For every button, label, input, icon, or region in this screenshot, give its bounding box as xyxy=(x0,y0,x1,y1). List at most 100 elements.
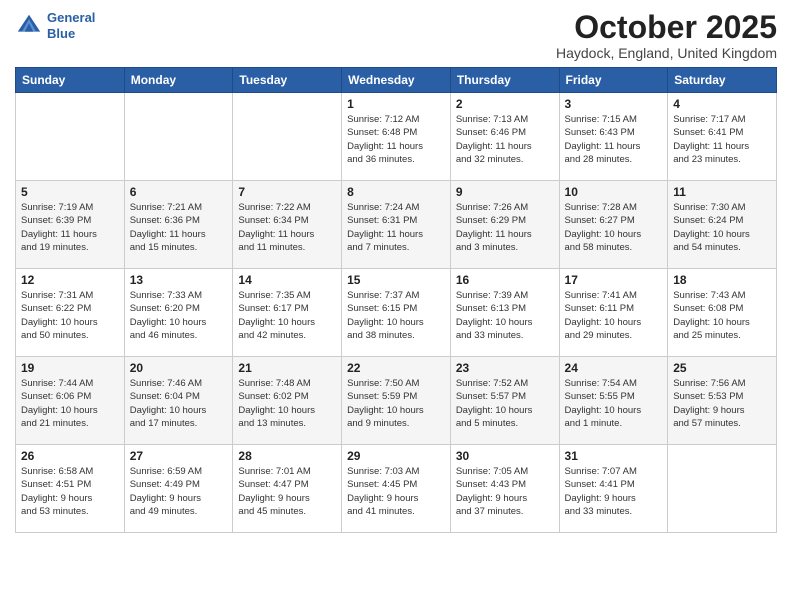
weekday-header-wednesday: Wednesday xyxy=(342,68,451,93)
calendar-cell: 24Sunrise: 7:54 AM Sunset: 5:55 PM Dayli… xyxy=(559,357,668,445)
calendar-cell: 22 Sunrise: 7:50 AM Sunset: 5:59 PM Dayli… xyxy=(342,357,451,445)
calendar-cell: 21Sunrise: 7:48 AM Sunset: 6:02 PM Dayli… xyxy=(233,357,342,445)
calendar-cell: 28 Sunrise: 7:01 AM Sunset: 4:47 PM Dayli… xyxy=(233,445,342,533)
day-info: Sunrise: 7:46 AM Sunset: 6:04 PM Dayligh… xyxy=(130,377,228,430)
day-number: 23 xyxy=(456,361,554,375)
subtitle: Haydock, England, United Kingdom xyxy=(556,45,777,61)
day-number: 3 xyxy=(565,97,663,111)
day-number: 22 xyxy=(347,361,445,375)
day-info: Sunrise: 7:48 AM Sunset: 6:02 PM Dayligh… xyxy=(238,377,336,430)
day-number: 5 xyxy=(21,185,119,199)
day-info: Sunrise: 7:52 AM Sunset: 5:57 PM Dayligh… xyxy=(456,377,554,430)
day-number: 9 xyxy=(456,185,554,199)
calendar-cell: 5Sunrise: 7:19 AM Sunset: 6:39 PM Daylig… xyxy=(16,181,125,269)
day-number: 16 xyxy=(456,273,554,287)
day-info: Sunrise: 7:26 AM Sunset: 6:29 PM Dayligh… xyxy=(456,201,554,254)
day-info: Sunrise: 7:50 AM Sunset: 5:59 PM Dayligh… xyxy=(347,377,445,430)
day-number: 15 xyxy=(347,273,445,287)
day-info: Sunrise: 7:01 AM Sunset: 4:47 PM Dayligh… xyxy=(238,465,336,518)
weekday-header-saturday: Saturday xyxy=(668,68,777,93)
calendar: SundayMondayTuesdayWednesdayThursdayFrid… xyxy=(15,67,777,533)
calendar-cell: 19 Sunrise: 7:44 AM Sunset: 6:06 PM Dayli… xyxy=(16,357,125,445)
day-number: 29 xyxy=(347,449,445,463)
calendar-cell: 10Sunrise: 7:28 AM Sunset: 6:27 PM Dayli… xyxy=(559,181,668,269)
day-number: 31 xyxy=(565,449,663,463)
day-number: 25 xyxy=(673,361,771,375)
day-info: Sunrise: 7:30 AM Sunset: 6:24 PM Dayligh… xyxy=(673,201,771,254)
day-info: Sunrise: 7:17 AM Sunset: 6:41 PM Dayligh… xyxy=(673,113,771,166)
day-info: Sunrise: 7:37 AM Sunset: 6:15 PM Dayligh… xyxy=(347,289,445,342)
day-number: 10 xyxy=(565,185,663,199)
day-info: Sunrise: 7:54 AM Sunset: 5:55 PM Dayligh… xyxy=(565,377,663,430)
calendar-cell: 29Sunrise: 7:03 AM Sunset: 4:45 PM Dayli… xyxy=(342,445,451,533)
calendar-cell: 18Sunrise: 7:43 AM Sunset: 6:08 PM Dayli… xyxy=(668,269,777,357)
calendar-cell: 1Sunrise: 7:12 AM Sunset: 6:48 PM Daylig… xyxy=(342,93,451,181)
day-info: Sunrise: 7:31 AM Sunset: 6:22 PM Dayligh… xyxy=(21,289,119,342)
day-number: 17 xyxy=(565,273,663,287)
day-info: Sunrise: 7:56 AM Sunset: 5:53 PM Dayligh… xyxy=(673,377,771,430)
calendar-cell: 27 Sunrise: 6:59 AM Sunset: 4:49 PM Dayli… xyxy=(124,445,233,533)
day-info: Sunrise: 7:07 AM Sunset: 4:41 PM Dayligh… xyxy=(565,465,663,518)
logo-text: General Blue xyxy=(47,10,95,41)
day-info: Sunrise: 7:21 AM Sunset: 6:36 PM Dayligh… xyxy=(130,201,228,254)
weekday-header-friday: Friday xyxy=(559,68,668,93)
day-number: 1 xyxy=(347,97,445,111)
day-number: 7 xyxy=(238,185,336,199)
weekday-header-monday: Monday xyxy=(124,68,233,93)
day-info: Sunrise: 7:44 AM Sunset: 6:06 PM Dayligh… xyxy=(21,377,119,430)
day-number: 20 xyxy=(130,361,228,375)
logo-line2: Blue xyxy=(47,26,95,42)
day-number: 4 xyxy=(673,97,771,111)
logo-line1: General xyxy=(47,10,95,26)
day-info: Sunrise: 7:15 AM Sunset: 6:43 PM Dayligh… xyxy=(565,113,663,166)
calendar-cell xyxy=(668,445,777,533)
calendar-cell xyxy=(16,93,125,181)
week-row-3: 12 Sunrise: 7:31 AM Sunset: 6:22 PM Dayli… xyxy=(16,269,777,357)
week-row-4: 19 Sunrise: 7:44 AM Sunset: 6:06 PM Dayli… xyxy=(16,357,777,445)
calendar-cell: 25 Sunrise: 7:56 AM Sunset: 5:53 PM Dayli… xyxy=(668,357,777,445)
day-number: 13 xyxy=(130,273,228,287)
page: General Blue October 2025 Haydock, Engla… xyxy=(0,0,792,612)
weekday-header-sunday: Sunday xyxy=(16,68,125,93)
calendar-cell: 7 Sunrise: 7:22 AM Sunset: 6:34 PM Daylig… xyxy=(233,181,342,269)
calendar-cell: 17Sunrise: 7:41 AM Sunset: 6:11 PM Dayli… xyxy=(559,269,668,357)
day-number: 26 xyxy=(21,449,119,463)
calendar-cell: 26Sunrise: 6:58 AM Sunset: 4:51 PM Dayli… xyxy=(16,445,125,533)
title-block: October 2025 Haydock, England, United Ki… xyxy=(556,10,777,61)
day-info: Sunrise: 6:59 AM Sunset: 4:49 PM Dayligh… xyxy=(130,465,228,518)
day-info: Sunrise: 7:43 AM Sunset: 6:08 PM Dayligh… xyxy=(673,289,771,342)
day-info: Sunrise: 7:22 AM Sunset: 6:34 PM Dayligh… xyxy=(238,201,336,254)
calendar-cell: 15 Sunrise: 7:37 AM Sunset: 6:15 PM Dayli… xyxy=(342,269,451,357)
calendar-cell: 16 Sunrise: 7:39 AM Sunset: 6:13 PM Dayli… xyxy=(450,269,559,357)
day-number: 2 xyxy=(456,97,554,111)
calendar-cell: 12 Sunrise: 7:31 AM Sunset: 6:22 PM Dayli… xyxy=(16,269,125,357)
day-number: 12 xyxy=(21,273,119,287)
day-info: Sunrise: 7:05 AM Sunset: 4:43 PM Dayligh… xyxy=(456,465,554,518)
day-number: 14 xyxy=(238,273,336,287)
calendar-cell: 11 Sunrise: 7:30 AM Sunset: 6:24 PM Dayli… xyxy=(668,181,777,269)
weekday-header-thursday: Thursday xyxy=(450,68,559,93)
calendar-cell xyxy=(124,93,233,181)
day-number: 6 xyxy=(130,185,228,199)
day-number: 27 xyxy=(130,449,228,463)
calendar-cell: 13 Sunrise: 7:33 AM Sunset: 6:20 PM Dayli… xyxy=(124,269,233,357)
day-info: Sunrise: 7:33 AM Sunset: 6:20 PM Dayligh… xyxy=(130,289,228,342)
header: General Blue October 2025 Haydock, Engla… xyxy=(15,10,777,61)
weekday-header-row: SundayMondayTuesdayWednesdayThursdayFrid… xyxy=(16,68,777,93)
calendar-cell: 14Sunrise: 7:35 AM Sunset: 6:17 PM Dayli… xyxy=(233,269,342,357)
day-number: 30 xyxy=(456,449,554,463)
day-info: Sunrise: 7:24 AM Sunset: 6:31 PM Dayligh… xyxy=(347,201,445,254)
calendar-cell: 9 Sunrise: 7:26 AM Sunset: 6:29 PM Daylig… xyxy=(450,181,559,269)
calendar-cell: 2 Sunrise: 7:13 AM Sunset: 6:46 PM Daylig… xyxy=(450,93,559,181)
day-number: 19 xyxy=(21,361,119,375)
day-number: 11 xyxy=(673,185,771,199)
day-number: 28 xyxy=(238,449,336,463)
calendar-cell xyxy=(233,93,342,181)
calendar-cell: 8Sunrise: 7:24 AM Sunset: 6:31 PM Daylig… xyxy=(342,181,451,269)
main-title: October 2025 xyxy=(556,10,777,45)
calendar-cell: 20 Sunrise: 7:46 AM Sunset: 6:04 PM Dayli… xyxy=(124,357,233,445)
calendar-cell: 23 Sunrise: 7:52 AM Sunset: 5:57 PM Dayli… xyxy=(450,357,559,445)
calendar-cell: 30 Sunrise: 7:05 AM Sunset: 4:43 PM Dayli… xyxy=(450,445,559,533)
day-info: Sunrise: 7:13 AM Sunset: 6:46 PM Dayligh… xyxy=(456,113,554,166)
day-info: Sunrise: 7:39 AM Sunset: 6:13 PM Dayligh… xyxy=(456,289,554,342)
